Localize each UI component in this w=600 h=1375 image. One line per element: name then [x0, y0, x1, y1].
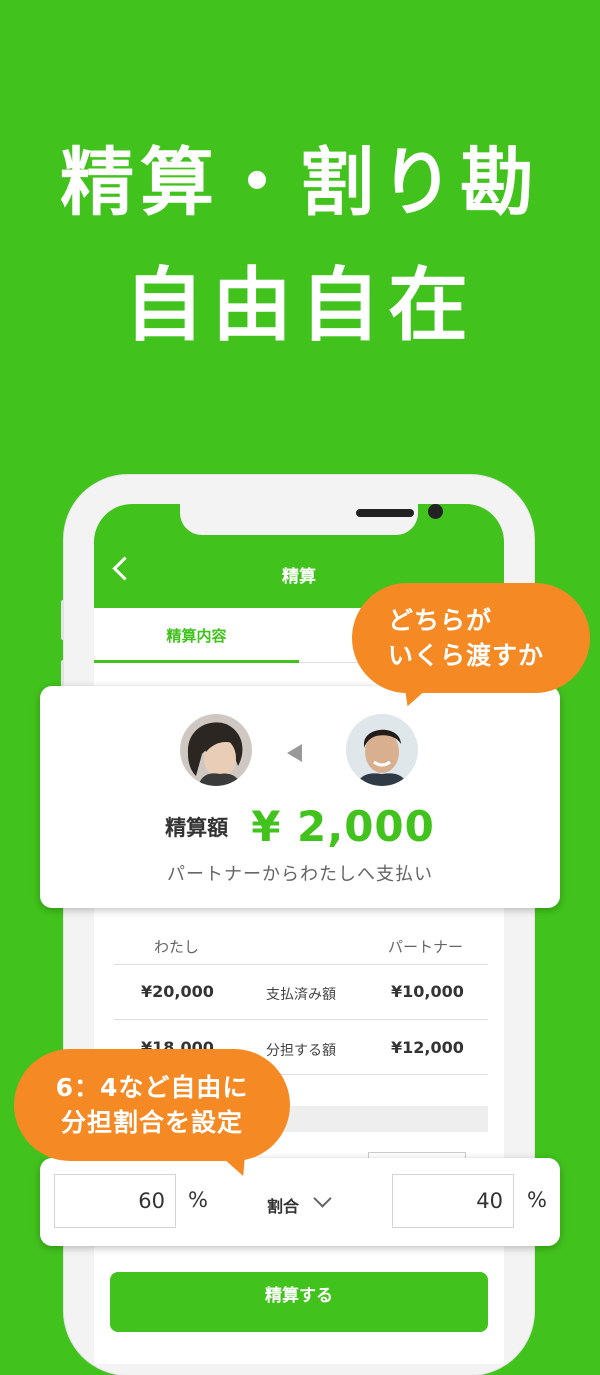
divider [114, 964, 488, 965]
divider [114, 1019, 488, 1020]
cell-me: ¥20,000 [141, 982, 214, 1001]
callout-bubble-who-pays: どちらが いくら渡すか [352, 583, 590, 712]
cell-partner: ¥10,000 [391, 982, 464, 1001]
ratio-input-me[interactable]: 60 [54, 1174, 176, 1228]
callout-line-2: 分担割合を設定 [60, 1108, 243, 1137]
amount-label: 精算額 [165, 815, 229, 840]
camera-icon [428, 504, 443, 519]
cell-label: 分担する額 [266, 1043, 336, 1059]
speaker-icon [356, 509, 414, 517]
callout-line-1: 6：4など自由に [55, 1073, 249, 1102]
headline-line-1: 精算・割り勘 [60, 140, 540, 226]
column-header-me: わたし [154, 938, 200, 956]
settlement-summary-card: 精算額 ¥ 2,000 パートナーからわたしへ支払い [40, 686, 560, 908]
avatar-partner [346, 714, 418, 786]
settle-button[interactable]: 精算する [110, 1272, 488, 1332]
headline-line-2: 自由自在 [124, 259, 476, 352]
callout-bubble-ratio: 6：4など自由に 分担割合を設定 [14, 1049, 290, 1182]
phone-notch [180, 504, 443, 535]
column-header-partner: パートナー [388, 938, 464, 956]
tab-settlement-details[interactable]: 精算内容 [94, 608, 299, 664]
payment-direction-note: パートナーからわたしへ支払い [167, 864, 433, 885]
callout-line-2: いくら渡すか [388, 641, 545, 670]
tab-underline [94, 660, 299, 663]
percent-label: % [527, 1188, 547, 1212]
ratio-input-partner[interactable]: 40 [392, 1174, 514, 1228]
callout-text: 6：4など自由に 分担割合を設定 [14, 1070, 290, 1140]
cell-partner: ¥12,000 [391, 1038, 464, 1057]
ratio-dropdown-label[interactable]: 割合 [267, 1193, 299, 1217]
arrow-left-icon [287, 744, 302, 762]
settlement-amount-row: 精算額 ¥ 2,000 [40, 802, 560, 851]
percent-label: % [188, 1188, 208, 1212]
callout-text: どちらが いくら渡すか [352, 603, 590, 673]
amount-value: ¥ 2,000 [251, 802, 435, 851]
cell-label: 支払済み額 [266, 987, 336, 1003]
avatar-me [180, 714, 252, 786]
ratio-card: 60 % 割合 40 % [40, 1158, 560, 1246]
chevron-down-icon[interactable] [313, 1189, 332, 1208]
callout-line-1: どちらが [388, 606, 493, 635]
